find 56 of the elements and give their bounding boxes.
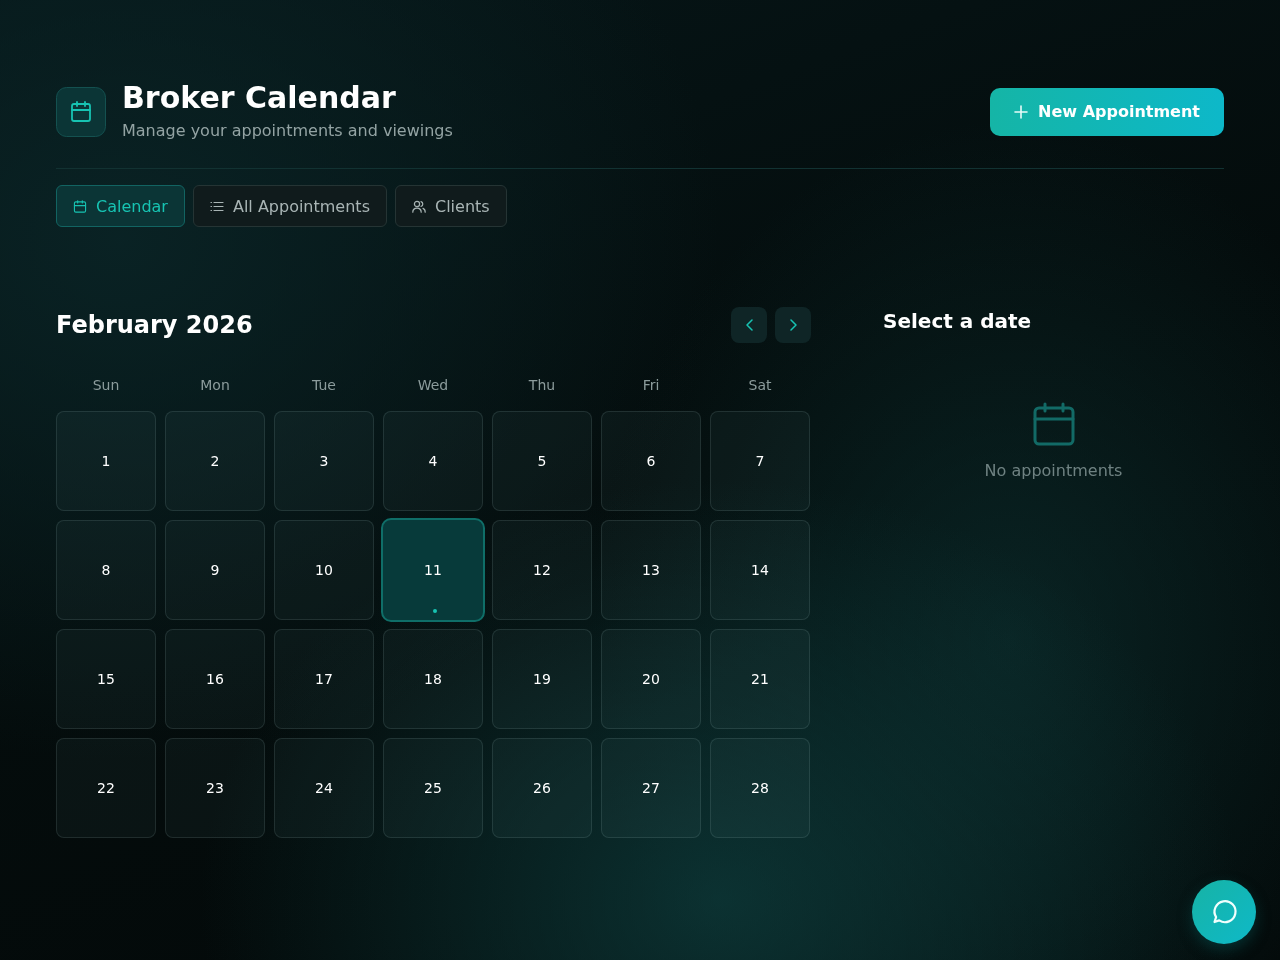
plus-icon	[1014, 104, 1029, 119]
panel-title: Select a date	[883, 308, 1033, 335]
weekday-label: Wed	[416, 376, 450, 395]
day-cell[interactable]: 18	[383, 629, 483, 729]
weekday-label: Fri	[641, 376, 661, 395]
weekday-label: Sun	[91, 376, 121, 395]
tab[interactable]: Clients	[394, 185, 507, 227]
day-cell[interactable]: 13	[601, 520, 701, 620]
weekday-label: Mon	[199, 376, 231, 395]
day-cell[interactable]: 7	[710, 411, 810, 511]
day-cell[interactable]: 12	[492, 520, 592, 620]
chevron-left-icon	[745, 319, 753, 331]
chevron-right-icon	[789, 319, 797, 331]
day-cell[interactable]: 26	[492, 738, 592, 838]
previous-month-button[interactable]	[731, 307, 767, 343]
calendar-icon	[56, 86, 106, 137]
day-cell[interactable]: 2	[165, 411, 265, 511]
day-cell[interactable]: 25	[383, 738, 483, 838]
weekday-label: Thu	[527, 376, 557, 395]
day-cell[interactable]: 16	[165, 629, 265, 729]
day-cell[interactable]: 9	[165, 520, 265, 620]
day-cell[interactable]: 3	[274, 411, 374, 511]
dot-icon	[433, 609, 437, 613]
day-cell[interactable]: 15	[56, 629, 156, 729]
users-icon	[411, 199, 426, 213]
calendar-icon	[1032, 402, 1075, 446]
calendar-icon	[73, 199, 87, 213]
day-cell[interactable]: 11	[381, 518, 485, 622]
day-cell[interactable]: 19	[492, 629, 592, 729]
day-cell[interactable]: 28	[710, 738, 810, 838]
day-cell[interactable]: 23	[165, 738, 265, 838]
day-cell[interactable]: 20	[601, 629, 701, 729]
chat-bubble-icon	[1210, 898, 1238, 926]
tab[interactable]: Calendar	[56, 185, 185, 227]
day-cell[interactable]: 27	[601, 738, 701, 838]
day-cell[interactable]: 4	[383, 411, 483, 511]
page-title: Broker Calendar	[122, 80, 397, 116]
day-cell[interactable]: 5	[492, 411, 592, 511]
day-cell[interactable]: 24	[274, 738, 374, 838]
day-cell[interactable]: 21	[710, 629, 810, 729]
list-icon	[209, 199, 224, 213]
day-cell[interactable]: 6	[601, 411, 701, 511]
day-cell[interactable]: 14	[710, 520, 810, 620]
tab[interactable]: All Appointments	[192, 185, 387, 227]
month-title: February 2026	[56, 311, 253, 339]
weekday-label: Sat	[747, 376, 773, 395]
chat-button[interactable]	[1192, 880, 1256, 944]
day-cell[interactable]: 1	[56, 411, 156, 511]
day-cell[interactable]: 10	[274, 520, 374, 620]
day-cell[interactable]: 8	[56, 520, 156, 620]
day-cell[interactable]: 17	[274, 629, 374, 729]
weekday-label: Tue	[311, 376, 337, 395]
next-month-button[interactable]	[775, 307, 811, 343]
day-cell[interactable]: 22	[56, 738, 156, 838]
empty-message: No appointments	[984, 460, 1123, 482]
page-subtitle: Manage your appointments and viewings	[122, 120, 453, 142]
